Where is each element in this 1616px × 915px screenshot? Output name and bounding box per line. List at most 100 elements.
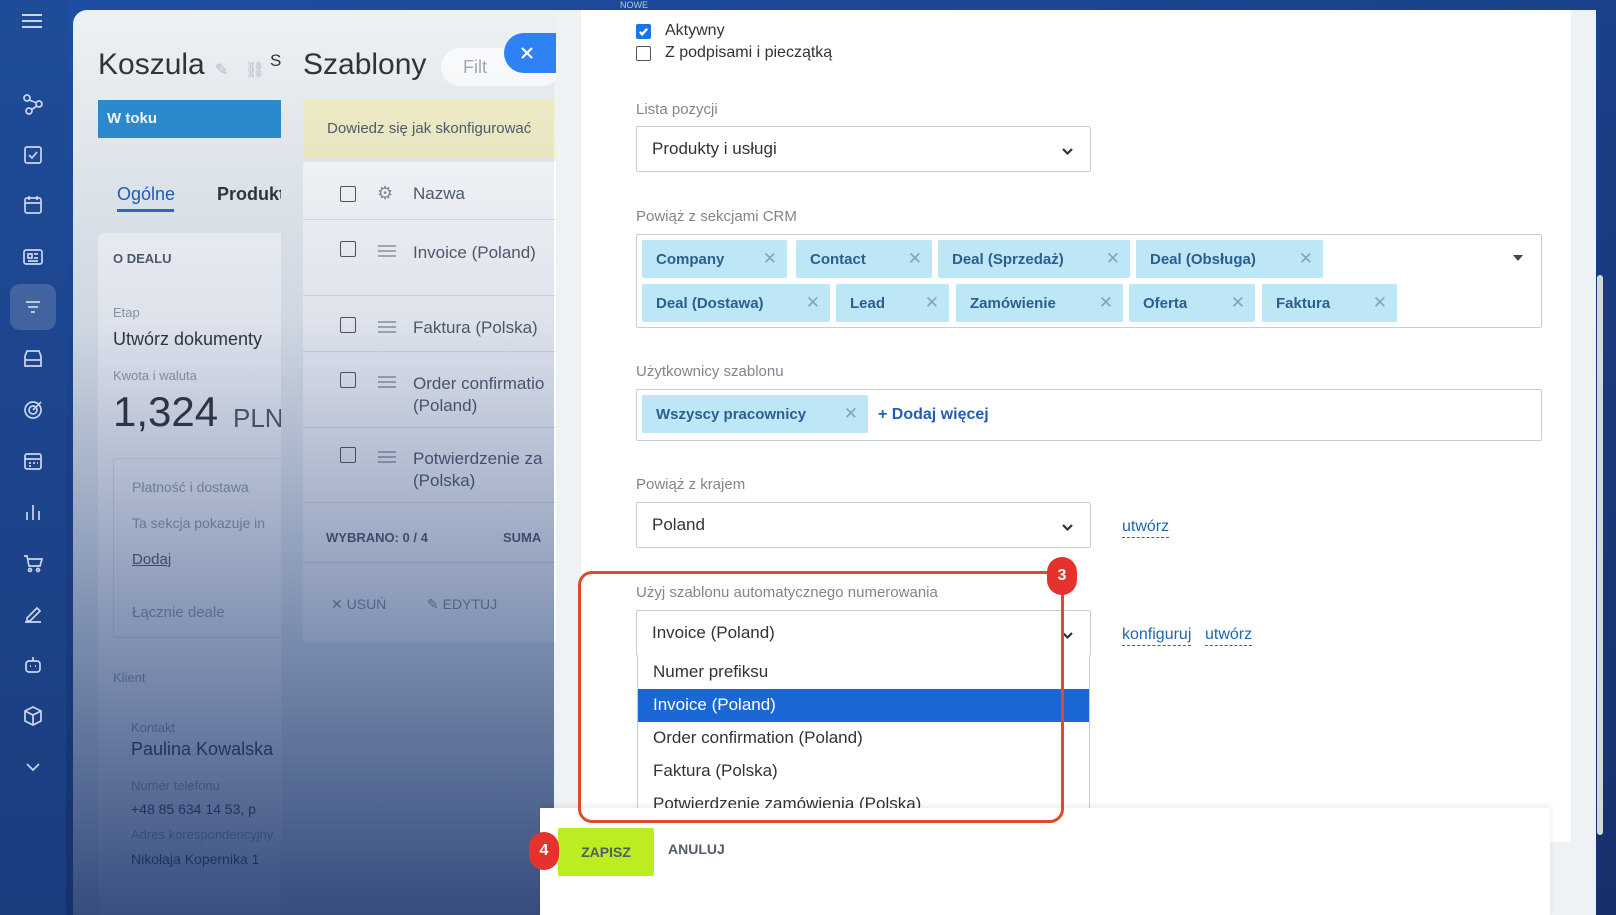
caret-down-icon[interactable]: [1513, 255, 1523, 261]
shop-icon[interactable]: [19, 345, 47, 373]
numbering-create-link[interactable]: utwórz: [1205, 625, 1253, 646]
remove-tag-icon[interactable]: ✕: [1106, 249, 1120, 269]
robot-icon[interactable]: [19, 651, 47, 679]
tag-label: Oferta: [1143, 295, 1188, 312]
crm-sections-label: Powiąż z sekcjami CRM: [636, 208, 797, 225]
remove-tag-icon[interactable]: ✕: [844, 404, 858, 424]
select-all-checkbox[interactable]: [340, 186, 356, 202]
signatures-checkbox-row[interactable]: Z podpisami i pieczątką: [636, 44, 832, 62]
templates-title: Szablony: [303, 48, 427, 81]
tab-general[interactable]: Ogólne: [117, 184, 175, 205]
row-checkbox[interactable]: [340, 317, 356, 333]
drag-handle-icon[interactable]: [378, 321, 396, 333]
stage-value[interactable]: Utwórz dokumenty: [113, 329, 262, 350]
sign-icon[interactable]: [19, 600, 47, 628]
table-row[interactable]: Order confirmatio (Poland): [413, 373, 544, 417]
flow-icon[interactable]: [19, 90, 47, 118]
remove-tag-icon[interactable]: ✕: [1373, 293, 1387, 313]
remove-tag-icon[interactable]: ✕: [806, 293, 820, 313]
stage-label: Etap: [113, 305, 140, 320]
tag-label: Deal (Sprzedaż): [952, 251, 1064, 268]
drag-handle-icon[interactable]: [378, 451, 396, 463]
phone-label: Numer telefonu: [131, 778, 220, 793]
tag-label: Zamówienie: [970, 295, 1056, 312]
tag-label: Deal (Obsługa): [1150, 251, 1256, 268]
delete-label: USUŃ: [346, 596, 387, 612]
template-users-field[interactable]: Wszyscy pracownicy ✕ + Dodaj więcej: [636, 389, 1542, 441]
active-checkbox-row[interactable]: Aktywny: [636, 22, 725, 40]
contact-label: Kontakt: [131, 720, 176, 735]
remove-tag-icon[interactable]: ✕: [1099, 293, 1113, 313]
items-list-label: Lista pozycji: [636, 101, 718, 118]
news-icon[interactable]: [19, 243, 47, 271]
crm-tag: Company ✕: [642, 240, 787, 278]
cube-icon[interactable]: [19, 702, 47, 730]
title-edit-icons[interactable]: ✎ ⛓: [215, 60, 271, 80]
crm-tag: Deal (Obsługa) ✕: [1136, 240, 1323, 278]
highlight-frame: [578, 571, 1064, 823]
table-row[interactable]: Potwierdzenie za (Polska): [413, 448, 542, 492]
client-label: Klient: [113, 670, 146, 685]
add-more-link[interactable]: + Dodaj więcej: [878, 406, 989, 424]
country-label: Powiąż z krajem: [636, 476, 746, 493]
target-icon[interactable]: [19, 396, 47, 424]
tab-products[interactable]: Produkt: [217, 184, 285, 205]
delete-button[interactable]: ✕ USUŃ: [331, 596, 386, 613]
calendar-icon[interactable]: [19, 191, 47, 219]
table-row[interactable]: Invoice (Poland): [413, 242, 536, 264]
user-tag: Wszyscy pracownicy ✕: [642, 395, 868, 433]
gear-icon[interactable]: ⚙: [377, 183, 393, 204]
payment-text: Ta sekcja pokazuje in: [132, 515, 266, 531]
scrollbar[interactable]: [1597, 275, 1603, 835]
row-line: Order confirmatio: [413, 374, 545, 393]
section-title: O DEALU: [113, 251, 172, 266]
column-name[interactable]: Nazwa: [413, 183, 465, 205]
remove-tag-icon[interactable]: ✕: [925, 293, 939, 313]
step-badge-4: 4: [529, 832, 559, 870]
remove-tag-icon[interactable]: ✕: [1299, 249, 1313, 269]
remove-tag-icon[interactable]: ✕: [1231, 293, 1245, 313]
signatures-checkbox[interactable]: [636, 45, 651, 61]
cancel-button[interactable]: ANULUJ: [668, 841, 725, 857]
crm-tag: Faktura ✕: [1262, 284, 1397, 322]
tasks-icon[interactable]: [19, 141, 47, 169]
row-checkbox[interactable]: [340, 447, 356, 463]
slider-footer: [540, 808, 1550, 915]
close-slider-button[interactable]: [504, 33, 558, 73]
crm-tag: Zamówienie ✕: [956, 284, 1123, 322]
contact-name[interactable]: Paulina Kowalska: [131, 739, 273, 760]
chevron-down-icon[interactable]: [19, 753, 47, 781]
crm-sections-field[interactable]: Company ✕ Contact ✕ Deal (Sprzedaż) ✕ Deal …: [636, 234, 1542, 328]
row-checkbox[interactable]: [340, 241, 356, 257]
drag-handle-icon[interactable]: [378, 245, 396, 257]
items-list-select[interactable]: Produkty i usługi: [636, 126, 1091, 172]
analytics-icon[interactable]: [19, 498, 47, 526]
amount-value: 1,324: [113, 388, 219, 435]
active-checkbox[interactable]: [636, 23, 651, 39]
deal-title-extra: S: [270, 51, 282, 70]
menu-icon[interactable]: [22, 14, 42, 28]
tag-label: Contact: [810, 251, 866, 268]
drag-handle-icon[interactable]: [378, 376, 396, 388]
phone-value[interactable]: +48 85 634 14 53, p: [131, 801, 256, 817]
save-button[interactable]: ZAPISZ: [558, 828, 654, 876]
remove-tag-icon[interactable]: ✕: [908, 249, 922, 269]
signatures-label: Z podpisami i pieczątką: [665, 44, 833, 61]
country-create-link[interactable]: utwórz: [1122, 517, 1170, 538]
address-value: Nikołaja Kopernika 1: [131, 851, 260, 867]
row-checkbox[interactable]: [340, 372, 356, 388]
edit-button[interactable]: ✎ EDYTUJ: [427, 596, 497, 613]
cart-icon[interactable]: [19, 549, 47, 577]
crm-tag: Contact ✕: [796, 240, 932, 278]
tag-label: Lead: [850, 295, 886, 312]
table-row[interactable]: Faktura (Polska): [413, 317, 538, 339]
crm-icon[interactable]: [10, 284, 56, 330]
remove-tag-icon[interactable]: ✕: [763, 249, 777, 269]
deal-title: Koszula: [98, 48, 205, 81]
close-icon: [521, 47, 533, 59]
numbering-configure-link[interactable]: konfiguruj: [1122, 625, 1192, 646]
schedule-icon[interactable]: [19, 447, 47, 475]
crm-tag: Deal (Sprzedaż) ✕: [938, 240, 1130, 278]
add-link[interactable]: Dodaj: [132, 551, 171, 568]
country-select[interactable]: Poland: [636, 502, 1091, 548]
